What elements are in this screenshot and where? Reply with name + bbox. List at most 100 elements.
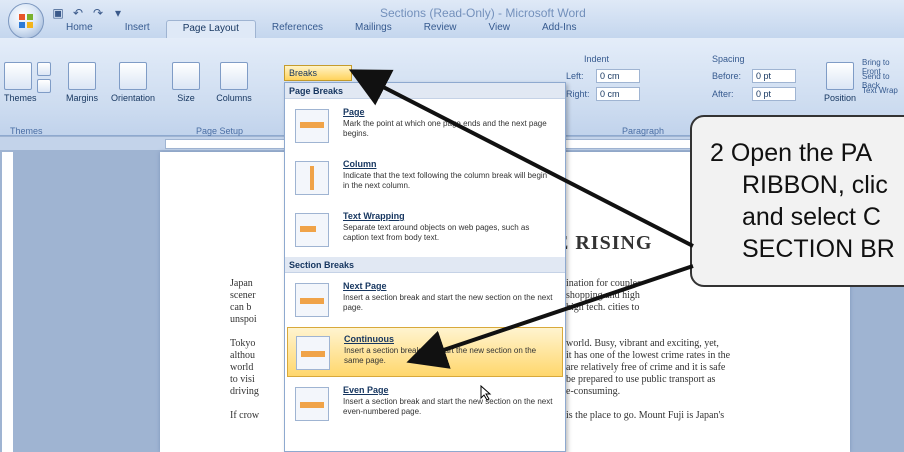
breaks-button[interactable]: Breaks [284,65,352,81]
tab-page-layout[interactable]: Page Layout [165,20,256,38]
tab-home[interactable]: Home [50,20,109,38]
text-line: is the place to go. Mount Fuji is Japan'… [566,410,725,421]
columns-button[interactable]: Columns [210,62,258,103]
fonts-icon [37,79,51,93]
callout-line: SECTION BR [742,235,895,263]
section-breaks-header: Section Breaks [285,257,565,273]
office-logo-icon [19,14,33,28]
orientation-icon [119,62,147,90]
menu-item-desc: Separate text around objects on web page… [343,223,530,242]
left-text-column: Japan scener can b unspoi Tokyo althou w… [230,278,259,422]
menu-item-desc: Mark the point at which one page ends an… [343,119,547,138]
orientation-button[interactable]: Orientation [106,62,160,103]
continuous-break-icon [296,336,330,370]
save-icon[interactable]: ▣ [50,5,66,21]
margins-icon [68,62,96,90]
group-page-setup-label: Page Setup [196,126,244,136]
position-button[interactable]: Position [822,62,858,103]
themes-icon [4,62,32,90]
text-wrapping-break-icon [295,213,329,247]
customize-qat-icon[interactable]: ▾ [110,5,126,21]
document-heading: E RISING [555,232,653,254]
indent-label: Indent [584,54,610,64]
text-line: world. Busy, vibrant and exciting, yet, [566,338,719,349]
menu-item-title: Next Page [343,281,387,291]
column-break-icon [295,161,329,195]
text-line: high tech. cities to [566,302,640,313]
redo-icon[interactable]: ↷ [90,5,106,21]
text-line: be prepared to use public transport as [566,374,716,385]
text-line [230,398,259,410]
menu-item-desc: Insert a section break and start the new… [344,346,537,365]
ribbon-tabs: Home Insert Page Layout References Maili… [50,20,592,38]
position-label: Position [823,93,857,103]
text-line: can b [230,302,252,313]
size-label: Size [177,93,195,103]
undo-icon[interactable]: ↶ [70,5,86,21]
tab-mailings[interactable]: Mailings [339,20,408,38]
mouse-pointer-icon [480,385,492,401]
indent-left-field[interactable]: 0 cm [596,69,640,83]
office-button[interactable] [8,3,44,39]
tab-insert[interactable]: Insert [109,20,166,38]
callout-line: and select C [742,203,881,231]
menu-item-title: Page [343,107,365,117]
callout-line: 2 Open the PA [710,139,873,167]
menu-item-next-page[interactable]: Next Page Insert a section break and sta… [287,275,563,325]
breaks-menu: Page Breaks Page Mark the point at which… [284,82,566,452]
group-paragraph-label: Paragraph [622,126,665,136]
menu-item-page[interactable]: Page Mark the point at which one page en… [287,101,563,151]
text-line [230,326,259,338]
text-line: world [230,362,254,373]
tab-review[interactable]: Review [408,20,473,38]
theme-options[interactable] [36,62,52,96]
tab-add-ins[interactable]: Add-Ins [526,20,592,38]
spacing-label: Spacing [712,54,745,64]
spacing-before-label: Before: [712,71,742,81]
text-line: are relatively free of crime and it is s… [566,362,726,373]
spacing-after-field[interactable]: 0 pt [752,87,796,101]
right-text-top: ination for couples shopping and high hi… [566,278,641,314]
menu-item-desc: Insert a section break and start the new… [343,293,553,312]
size-icon [172,62,200,90]
text-line: Japan [230,278,253,289]
indent-right-label: Right: [566,89,590,99]
columns-label: Columns [216,93,252,103]
menu-item-title: Text Wrapping [343,211,405,221]
orientation-label: Orientation [110,93,156,103]
quick-access-toolbar: ▣ ↶ ↷ ▾ [50,5,126,21]
title-bar: ▣ ↶ ↷ ▾ Sections (Read-Only) - Microsoft… [0,0,904,39]
margins-button[interactable]: Margins [60,62,104,103]
spacing-before-field[interactable]: 0 pt [752,69,796,83]
next-page-break-icon [295,283,329,317]
page-break-icon [295,109,329,143]
text-line: althou [230,350,255,361]
text-wrapping-button[interactable]: Text Wrap [862,86,898,95]
group-themes-label: Themes [10,126,43,136]
themes-label: Themes [4,93,37,103]
text-line: driving [230,386,259,397]
text-line: If crow [230,410,260,421]
themes-button[interactable]: Themes [4,62,37,103]
text-line: Tokyo [230,338,256,349]
tab-view[interactable]: View [473,20,527,38]
position-icon [826,62,854,90]
menu-item-title: Continuous [344,334,394,344]
menu-item-even-page[interactable]: Even Page Insert a section break and sta… [287,379,563,429]
tab-references[interactable]: References [256,20,339,38]
menu-item-title: Column [343,159,377,169]
text-line: scener [230,290,256,301]
colors-icon [37,62,51,76]
menu-item-continuous[interactable]: Continuous Insert a section break and st… [287,327,563,377]
indent-left-label: Left: [566,71,584,81]
indent-right-field[interactable]: 0 cm [596,87,640,101]
size-button[interactable]: Size [166,62,206,103]
text-line: ination for couples [566,278,641,289]
spacing-after-label: After: [712,89,734,99]
columns-icon [220,62,248,90]
menu-item-text-wrapping[interactable]: Text Wrapping Separate text around objec… [287,205,563,255]
menu-item-desc: Indicate that the text following the col… [343,171,548,190]
menu-item-column[interactable]: Column Indicate that the text following … [287,153,563,203]
instruction-callout: 2 Open the PA RIBBON, clic and select C … [690,115,904,287]
vertical-ruler [2,152,14,452]
